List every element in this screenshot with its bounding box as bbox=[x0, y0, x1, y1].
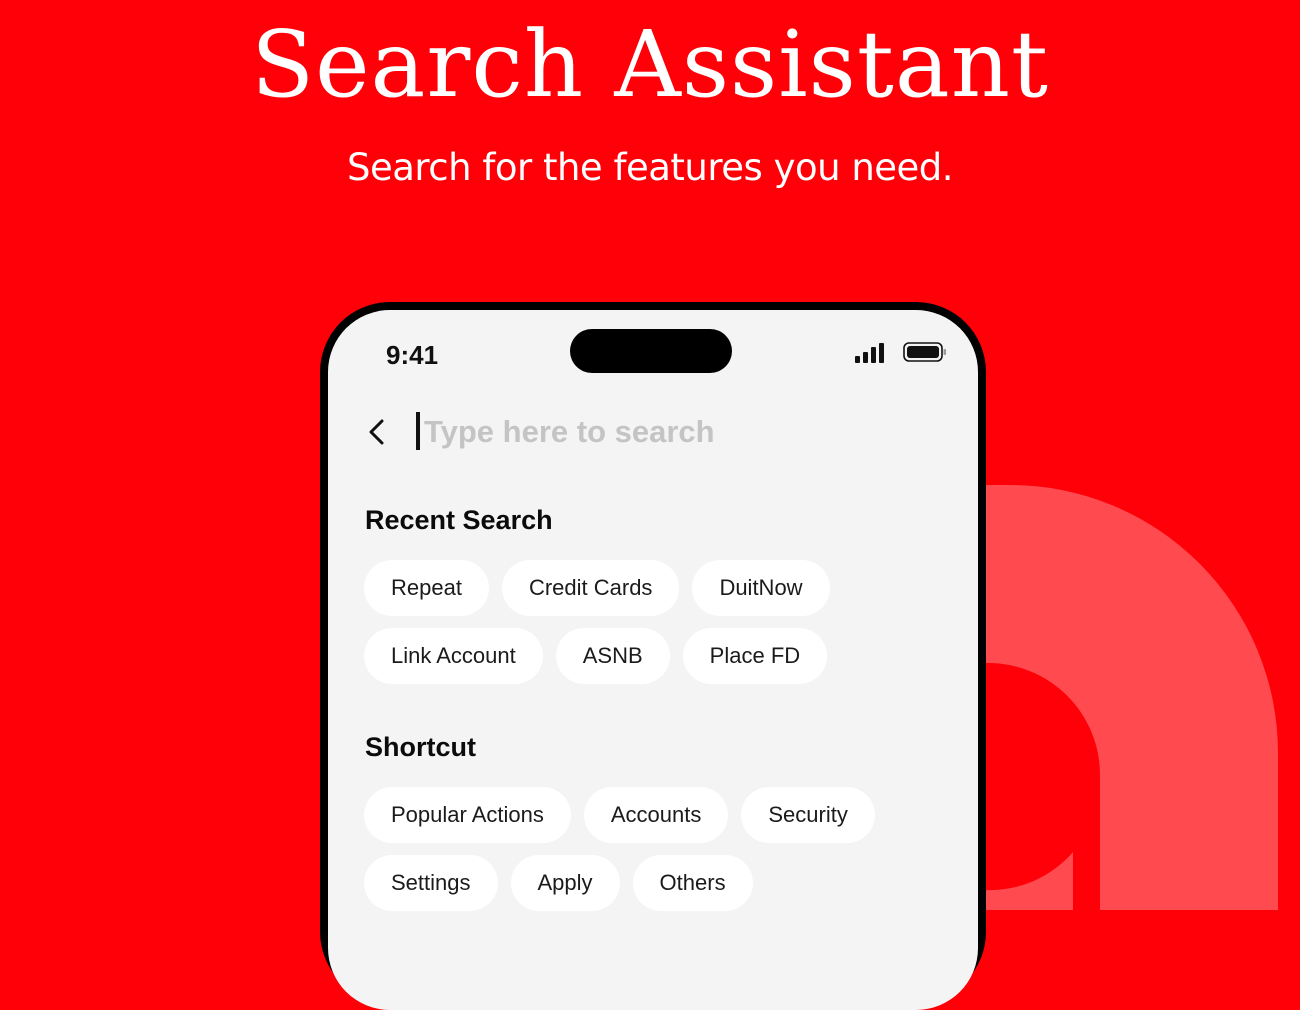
hero-title: Search Assistant bbox=[251, 11, 1049, 118]
dynamic-island bbox=[570, 329, 732, 373]
cellular-signal-icon bbox=[855, 343, 884, 363]
chip-popular-actions[interactable]: Popular Actions bbox=[364, 787, 571, 843]
chip-accounts[interactable]: Accounts bbox=[583, 787, 729, 843]
chip-asnb[interactable]: ASNB bbox=[555, 628, 670, 684]
chip-link-account[interactable]: Link Account bbox=[364, 628, 543, 684]
chip-credit-cards[interactable]: Credit Cards bbox=[501, 560, 680, 616]
decorative-arch-shape bbox=[985, 485, 1278, 910]
hero-subtitle: Search for the features you need. bbox=[346, 146, 954, 189]
chip-place-fd[interactable]: Place FD bbox=[682, 628, 828, 684]
chip-repeat[interactable]: Repeat bbox=[364, 560, 489, 616]
status-time: 9:41 bbox=[386, 340, 439, 370]
chip-apply[interactable]: Apply bbox=[510, 855, 620, 911]
chip-settings[interactable]: Settings bbox=[364, 855, 498, 911]
search-input[interactable] bbox=[424, 406, 944, 458]
shortcut-heading: Shortcut bbox=[365, 732, 476, 762]
recent-search-heading: Recent Search bbox=[365, 505, 553, 535]
phone-screen: 9:41 Recent Search Repeat Credit Cards D… bbox=[328, 310, 978, 1010]
decorative-arch-tail bbox=[985, 852, 1073, 910]
chip-others[interactable]: Others bbox=[632, 855, 753, 911]
chip-duitnow[interactable]: DuitNow bbox=[692, 560, 830, 616]
recent-search-chips: Repeat Credit Cards DuitNow Link Account… bbox=[364, 560, 944, 684]
search-bar bbox=[358, 406, 958, 458]
chip-security[interactable]: Security bbox=[741, 787, 875, 843]
chevron-left-icon[interactable] bbox=[358, 412, 398, 452]
shortcut-chips: Popular Actions Accounts Security Settin… bbox=[364, 787, 944, 911]
phone-mockup: 9:41 Recent Search Repeat Credit Cards D… bbox=[320, 302, 986, 1010]
battery-icon bbox=[903, 342, 946, 362]
text-cursor bbox=[416, 412, 420, 450]
